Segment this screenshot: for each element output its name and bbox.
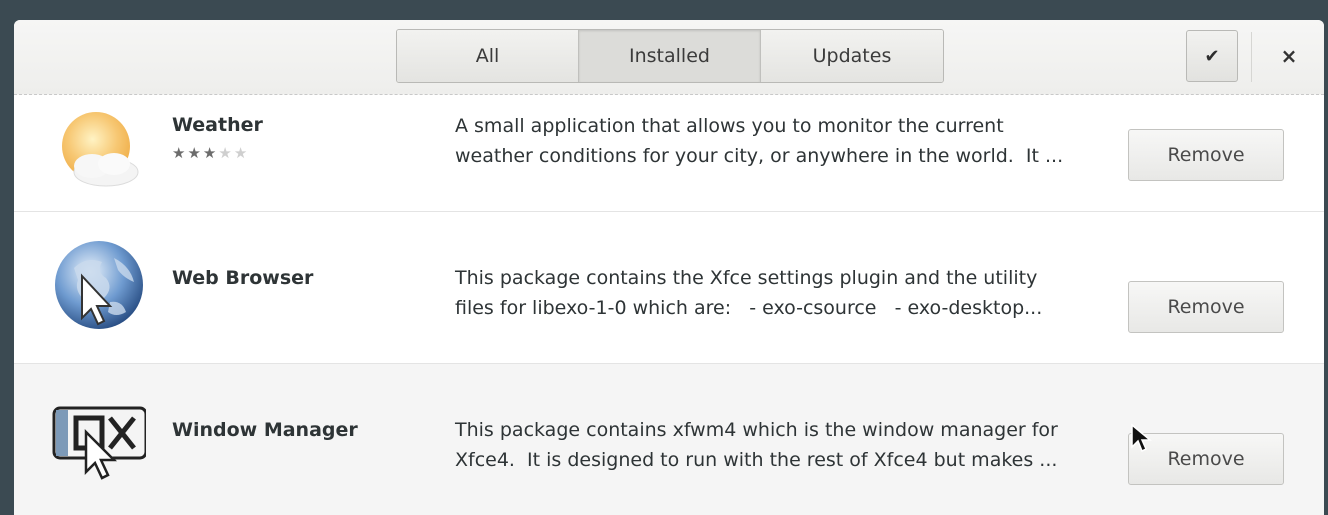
mouse-pointer-icon [1131,423,1152,453]
confirm-button[interactable]: ✔ [1186,30,1238,82]
app-name: Window Manager [172,419,358,441]
view-switcher: All Installed Updates [396,29,944,83]
list-item-window-manager[interactable]: Window Manager This package contains xfw… [14,364,1324,515]
window-manager-icon [52,406,146,480]
app-description: This package contains xfwm4 which is the… [455,419,1058,471]
app-name: Web Browser [172,267,314,289]
close-button[interactable]: × [1264,30,1314,82]
star-empty-icon: ★ [233,144,250,162]
software-window: Weather ★★★★★ A small application that a… [14,20,1324,515]
close-icon: × [1280,44,1298,68]
star-filled-icon: ★ [172,144,188,162]
app-description: A small application that allows you to m… [455,115,1064,167]
tab-all[interactable]: All [397,30,579,82]
weather-icon [62,112,139,187]
star-empty-icon: ★ [218,144,234,162]
remove-button[interactable]: Remove [1128,281,1284,333]
star-filled-icon: ★ [187,144,203,162]
remove-button[interactable]: Remove [1128,129,1284,181]
list-item-web-browser[interactable]: Web Browser This package contains the Xf… [14,212,1324,363]
star-filled-icon: ★ [202,144,219,162]
tab-installed[interactable]: Installed [579,30,761,82]
header-separator [1251,32,1252,82]
app-description: This package contains the Xfce settings … [455,267,1043,319]
checkmark-icon: ✔ [1204,45,1220,67]
app-name: Weather [172,114,263,136]
tab-updates[interactable]: Updates [761,30,943,82]
rating-stars: ★★★★★ [172,144,249,162]
header-bar: All Installed Updates ✔ × [14,20,1324,95]
web-browser-icon [55,241,143,329]
